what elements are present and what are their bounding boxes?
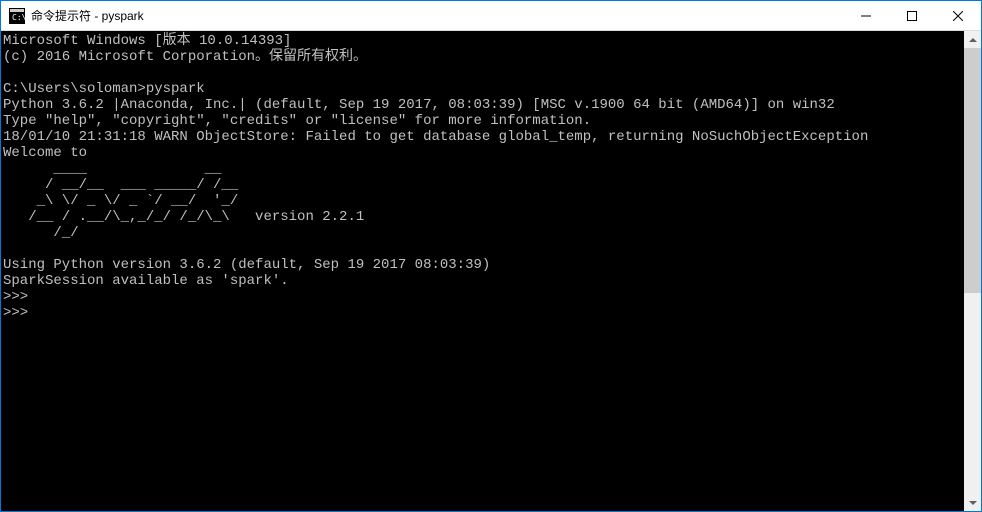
minimize-button[interactable] [843,1,889,30]
terminal-line: Python 3.6.2 |Anaconda, Inc.| (default, … [3,97,835,113]
svg-text:C:\: C:\ [12,13,25,22]
spark-ascii-line: / __/__ ___ _____/ /__ [3,177,238,193]
terminal-prompt: >>> [3,289,28,305]
close-button[interactable] [935,1,981,30]
terminal-line: C:\Users\soloman>pyspark [3,81,205,97]
terminal-container: Microsoft Windows [版本 10.0.14393] (c) 20… [1,31,981,511]
spark-ascii-line: ____ __ [3,161,221,177]
terminal-line: 18/01/10 21:31:18 WARN ObjectStore: Fail… [3,129,868,145]
vertical-scrollbar[interactable] [964,31,981,511]
scroll-up-arrow-icon[interactable] [964,31,981,48]
terminal-line: Type "help", "copyright", "credits" or "… [3,113,591,129]
terminal-line: Welcome to [3,145,87,161]
terminal-line: Using Python version 3.6.2 (default, Sep… [3,257,490,273]
window-title: 命令提示符 - pyspark [31,7,843,24]
scroll-track[interactable] [964,48,981,494]
scroll-thumb[interactable] [964,48,981,293]
terminal-output[interactable]: Microsoft Windows [版本 10.0.14393] (c) 20… [1,31,964,511]
maximize-button[interactable] [889,1,935,30]
scroll-down-arrow-icon[interactable] [964,494,981,511]
spark-ascii-line: _\ \/ _ \/ _ `/ __/ '_/ [3,193,238,209]
spark-ascii-line: /__ / .__/\_,_/_/ /_/\_\ version 2.2.1 [3,209,364,225]
terminal-line: (c) 2016 Microsoft Corporation。保留所有权利。 [3,49,367,65]
terminal-prompt: >>> [3,305,37,321]
terminal-line: Microsoft Windows [版本 10.0.14393] [3,33,291,49]
window-titlebar: C:\ 命令提示符 - pyspark [1,1,981,31]
window-controls [843,1,981,30]
spark-ascii-line: /_/ [3,225,79,241]
terminal-line: SparkSession available as 'spark'. [3,273,289,289]
cmd-icon: C:\ [9,8,25,24]
